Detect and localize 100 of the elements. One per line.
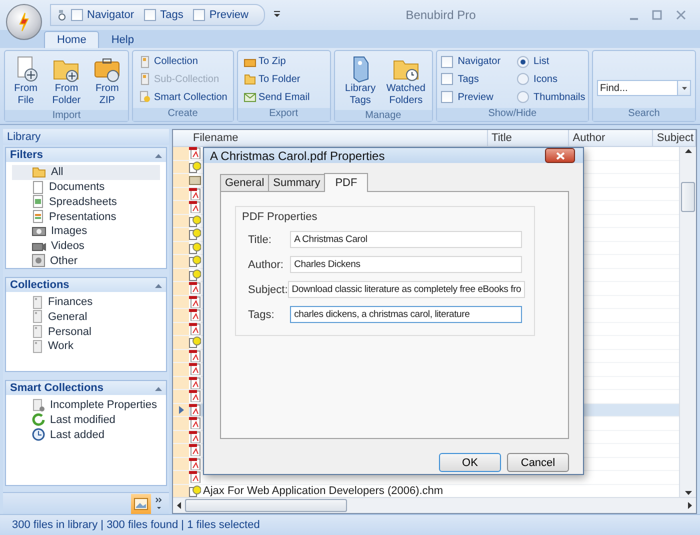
camera-icon [32, 225, 46, 238]
checkbox[interactable] [440, 73, 453, 86]
sidebar-item[interactable]: Incomplete Properties [12, 398, 160, 413]
group-label: Export [238, 108, 330, 121]
ribbon-button[interactable]: Watched Folders [384, 53, 428, 108]
ribbon-button[interactable]: To Folder [242, 72, 312, 86]
group-label: Search [593, 108, 695, 121]
refresh-icon [32, 413, 45, 426]
scroll-thumb[interactable] [681, 182, 695, 212]
group-label: Create [132, 108, 233, 121]
sidebar-item[interactable]: Last modified [12, 412, 160, 428]
checkbox-label: Preview [209, 9, 248, 21]
collection-icon [138, 56, 151, 68]
navigator-button[interactable] [131, 494, 151, 514]
sidebar-item[interactable]: Personal [12, 324, 160, 339]
row-header[interactable] [173, 404, 189, 416]
radio-button[interactable] [516, 73, 529, 86]
section-header[interactable]: Collections [6, 278, 166, 292]
vertical-scrollbar[interactable] [679, 147, 696, 497]
scroll-left-icon [177, 502, 181, 509]
checkbox-label: Preview [458, 92, 494, 103]
radio-label: Icons [534, 74, 558, 85]
folder-icon [32, 166, 46, 178]
text-field[interactable]: Download classic literature as completely free eBooks fro [288, 281, 526, 298]
close-button[interactable] [545, 148, 575, 163]
collapse-arrow-icon [155, 153, 162, 158]
ribbon-button[interactable]: From Folder [44, 53, 88, 108]
text-field[interactable]: Charles Dickens [290, 256, 522, 273]
text-field[interactable]: A Christmas Carol [290, 231, 522, 248]
sidebar-item[interactable]: Presentations [12, 209, 160, 224]
checkbox[interactable] [440, 91, 453, 104]
presentation-icon [32, 210, 44, 224]
checkbox-label: Tags [458, 74, 479, 85]
dialog-tab[interactable]: General [220, 174, 270, 192]
text-field[interactable]: charles dickens, a christmas carol, literature [290, 306, 522, 323]
ribbon-tab[interactable]: Home [44, 31, 100, 48]
page-icon [32, 296, 43, 309]
sidebar-item[interactable]: Videos [12, 238, 160, 254]
picture-card-icon [134, 498, 148, 510]
sidebar-item[interactable]: General [12, 310, 160, 324]
gear-file-icon [32, 254, 45, 268]
clock-icon [32, 428, 45, 442]
sidebar-item[interactable]: Spreadsheets [12, 194, 160, 210]
ribbon-button[interactable]: From File [9, 53, 43, 108]
section-header[interactable]: Smart Collections [6, 380, 166, 395]
horizontal-scrollbar[interactable] [173, 497, 696, 513]
dropdown-button[interactable] [677, 80, 691, 96]
checkbox[interactable] [144, 9, 156, 21]
radio-button[interactable] [516, 91, 529, 104]
close-icon [676, 10, 686, 20]
column-header[interactable]: Author [568, 130, 653, 146]
sidebar-item[interactable]: Last added [12, 427, 160, 442]
close-icon [556, 152, 564, 160]
scroll-down-icon [684, 491, 692, 495]
page-gear-icon [32, 398, 45, 412]
ribbon-button[interactable]: Library Tags [338, 53, 382, 108]
sidebar-item[interactable]: All [12, 165, 160, 180]
ribbon-button[interactable]: From ZIP [90, 53, 124, 108]
collapse-arrow-icon [155, 282, 162, 288]
spreadsheet-icon [32, 195, 44, 208]
search-field[interactable]: Find... [597, 80, 677, 96]
group-label: Show/Hide [436, 108, 588, 121]
smart-collection-icon [138, 91, 151, 104]
checkbox-label: Tags [160, 9, 184, 21]
group-label: Manage [334, 110, 432, 121]
ribbon-button[interactable]: Smart Collection [136, 90, 230, 104]
ribbon-button[interactable]: To Zip [242, 54, 312, 69]
radio-button[interactable] [516, 56, 529, 68]
window-title: Benubird Pro [404, 8, 477, 22]
column-header[interactable]: Filename [189, 130, 488, 146]
sidebar-item[interactable]: Documents [12, 180, 160, 194]
field-label: Tags: [248, 308, 276, 320]
checkbox-label: Navigator [87, 9, 134, 21]
checkbox[interactable] [193, 9, 206, 21]
sidebar-item[interactable]: Work [12, 339, 160, 354]
dialog-tab[interactable]: Summary [268, 174, 326, 192]
panel-title: Library [3, 129, 169, 146]
minimize-icon [630, 18, 638, 20]
sidebar-item[interactable]: Finances [12, 294, 160, 310]
email-icon [244, 91, 256, 104]
dialog-button[interactable]: OK [439, 453, 501, 472]
checkbox[interactable] [71, 9, 83, 21]
dialog-title: A Christmas Carol.pdf Properties [210, 148, 385, 162]
folder-icon [244, 73, 256, 86]
ribbon-tab[interactable]: Help [99, 32, 146, 48]
dialog-tab[interactable]: PDF [324, 173, 368, 192]
field-label: Author: [248, 258, 284, 270]
scroll-thumb[interactable] [185, 499, 347, 512]
column-header[interactable]: Subject [652, 130, 696, 146]
book-file-icon [189, 174, 201, 186]
ribbon-button[interactable]: Collection [136, 54, 230, 69]
checkbox[interactable] [440, 56, 453, 68]
sidebar-item[interactable]: Other [12, 253, 160, 268]
column-header[interactable]: Title [488, 130, 569, 146]
page-icon [32, 340, 43, 353]
ribbon-button[interactable]: Send Email [242, 90, 312, 104]
sidebar-item[interactable]: Images [12, 224, 160, 239]
page-icon [32, 310, 43, 324]
dialog-button[interactable]: Cancel [507, 453, 569, 472]
section-header[interactable]: Filters [6, 148, 166, 162]
